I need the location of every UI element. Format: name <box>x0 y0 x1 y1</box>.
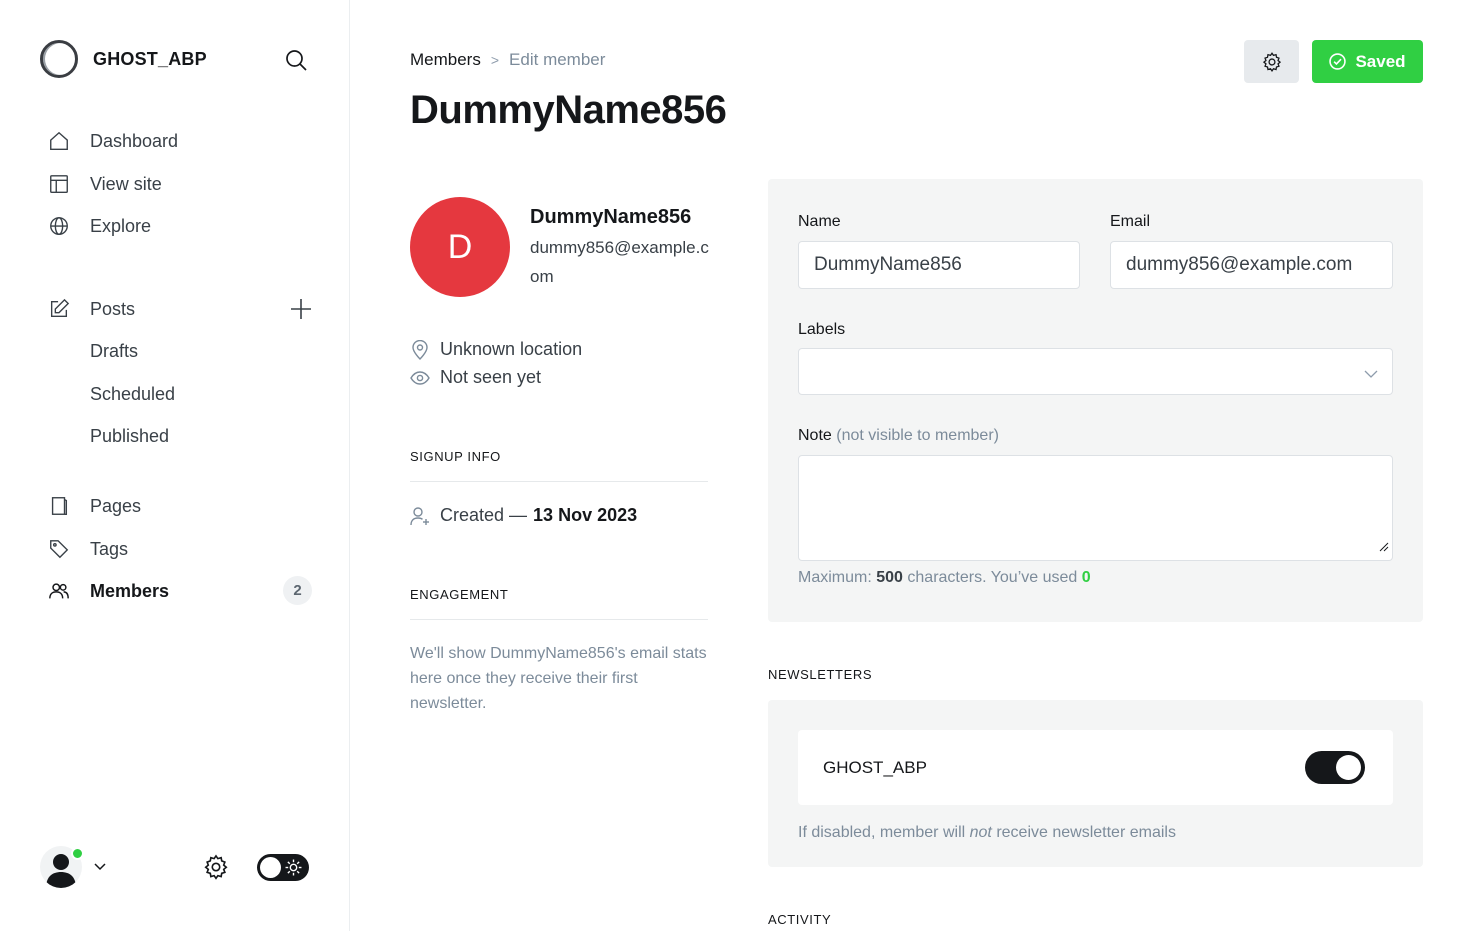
online-status-dot <box>71 847 84 860</box>
note-textarea[interactable] <box>798 455 1393 561</box>
gear-icon <box>1262 51 1281 72</box>
sidebar-item-label: Drafts <box>90 340 139 361</box>
member-location-text: Unknown location <box>440 339 583 359</box>
brand[interactable]: GHOST_ABP <box>40 40 207 78</box>
member-last-seen: Not seen yet <box>410 367 541 388</box>
sidebar-item-posts[interactable]: Posts <box>46 294 316 324</box>
toggle-knob <box>260 857 281 878</box>
resize-handle-icon[interactable] <box>1379 539 1389 557</box>
newsletter-toggle[interactable] <box>1305 751 1365 784</box>
members-icon <box>46 578 72 604</box>
sidebar-item-view-site[interactable]: View site <box>46 169 316 199</box>
sidebar-item-members[interactable]: Members 2 <box>46 576 316 606</box>
newsletters-panel: GHOST_ABP If disabled, member will not r… <box>768 700 1423 867</box>
name-input[interactable]: DummyName856 <box>798 241 1080 289</box>
name-label: Name <box>798 213 841 230</box>
layout-icon <box>46 171 72 197</box>
user-add-icon <box>410 506 430 526</box>
breadcrumb-separator: > <box>490 52 500 68</box>
breadcrumb-members-link[interactable]: Members <box>410 50 481 70</box>
chevron-down-icon[interactable] <box>92 858 108 879</box>
brand-logo <box>40 40 78 78</box>
member-location: Unknown location <box>410 339 582 360</box>
newsletter-name: GHOST_ABP <box>823 758 927 777</box>
sidebar: GHOST_ABP Dashboard View site Explore Po… <box>0 0 350 931</box>
hint-em: not <box>969 824 992 841</box>
sidebar-item-label: Dashboard <box>90 130 179 151</box>
created-date: 13 Nov 2023 <box>533 505 638 525</box>
sidebar-item-label: Members <box>90 580 170 601</box>
note-label-text: Note <box>798 427 832 444</box>
newsletter-hint: If disabled, member will not receive new… <box>798 824 1176 842</box>
plus-icon <box>291 299 311 319</box>
activity-heading: ACTIVITY <box>768 912 832 927</box>
hint-max: 500 <box>876 569 903 586</box>
globe-icon <box>46 213 72 239</box>
sidebar-item-label: Scheduled <box>90 383 176 404</box>
sidebar-item-label: Published <box>90 425 170 446</box>
labels-label: Labels <box>798 321 846 338</box>
breadcrumb: Members > Edit member <box>410 50 605 70</box>
sidebar-item-label: View site <box>90 173 162 194</box>
sidebar-item-drafts[interactable]: Drafts <box>46 336 316 366</box>
location-pin-icon <box>410 339 430 360</box>
email-input[interactable]: dummy856@example.com <box>1110 241 1393 289</box>
member-form-panel: Name DummyName856 Email dummy856@example… <box>768 179 1423 622</box>
toggle-knob <box>1336 755 1361 780</box>
sun-icon <box>285 859 302 881</box>
sidebar-item-label: Posts <box>90 298 136 319</box>
hint-a: If disabled, member will <box>798 824 966 841</box>
sidebar-item-pages[interactable]: Pages <box>46 491 316 521</box>
sidebar-footer <box>40 846 312 888</box>
hint-b: receive newsletter emails <box>996 824 1176 841</box>
eye-icon <box>410 370 430 385</box>
note-label: Note (not visible to member) <box>798 427 999 445</box>
labels-select[interactable] <box>798 348 1393 395</box>
chevron-down-icon <box>1364 366 1378 384</box>
new-post-button[interactable] <box>288 296 314 322</box>
signup-info-heading: SIGNUP INFO <box>410 449 708 482</box>
created-prefix: Created — <box>440 505 528 525</box>
member-actions-button[interactable] <box>1244 40 1299 83</box>
hint-prefix: Maximum: <box>798 569 872 586</box>
sidebar-item-label: Pages <box>90 495 142 516</box>
note-label-hint: (not visible to member) <box>836 427 999 444</box>
engagement-heading: ENGAGEMENT <box>410 587 708 620</box>
note-char-hint: Maximum: 500 characters. You’ve used 0 <box>798 569 1091 587</box>
home-icon <box>46 128 72 154</box>
save-button[interactable]: Saved <box>1312 40 1423 83</box>
tag-icon <box>46 536 72 562</box>
member-name: DummyName856 <box>530 206 692 228</box>
sidebar-item-label: Tags <box>90 538 129 559</box>
edit-icon <box>46 296 72 322</box>
theme-toggle[interactable] <box>257 854 309 881</box>
settings-gear-icon[interactable] <box>202 853 230 886</box>
member-email: dummy856@example.com <box>530 238 709 286</box>
sidebar-item-published[interactable]: Published <box>46 421 316 451</box>
brand-name: GHOST_ABP <box>93 48 207 69</box>
pages-icon <box>46 493 72 519</box>
member-avatar: D <box>410 197 510 297</box>
check-circle-icon <box>1329 53 1347 70</box>
breadcrumb-current: Edit member <box>509 50 606 69</box>
sidebar-item-scheduled[interactable]: Scheduled <box>46 379 316 409</box>
sidebar-item-label: Explore <box>90 215 152 236</box>
member-created: Created — 13 Nov 2023 <box>410 505 637 526</box>
newsletters-heading: NEWSLETTERS <box>768 667 873 682</box>
save-button-label: Saved <box>1355 51 1406 71</box>
sidebar-item-explore[interactable]: Explore <box>46 211 316 241</box>
hint-mid: characters. You’ve used <box>907 569 1078 586</box>
newsletter-row: GHOST_ABP <box>798 730 1393 805</box>
search-button[interactable] <box>282 46 310 74</box>
member-last-seen-text: Not seen yet <box>440 367 542 387</box>
sidebar-item-dashboard[interactable]: Dashboard <box>46 126 316 156</box>
engagement-text: We'll show DummyName856's email stats he… <box>410 645 707 712</box>
hint-used: 0 <box>1081 569 1091 586</box>
sidebar-item-tags[interactable]: Tags <box>46 534 316 564</box>
search-icon <box>286 50 307 71</box>
members-count-badge: 2 <box>283 576 312 605</box>
page-title: DummyName856 <box>410 88 727 132</box>
email-label: Email <box>1110 213 1151 230</box>
